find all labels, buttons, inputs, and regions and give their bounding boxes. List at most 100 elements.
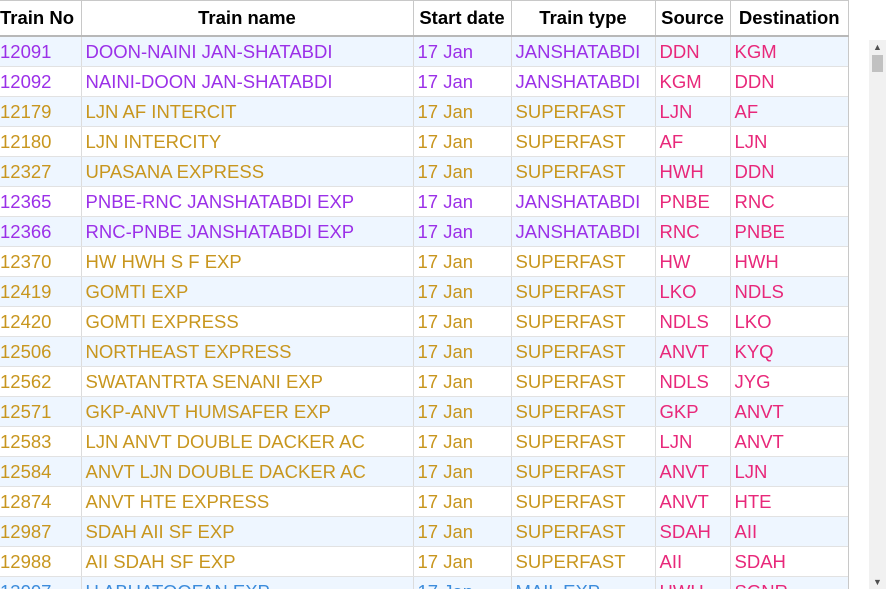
cell-train-type: SUPERFAST (511, 96, 656, 127)
table-row[interactable]: 12179 LJN AF INTERCIT 17 Jan SUPERFAST LJN AF (0, 96, 849, 127)
header-start-date[interactable]: Start date (413, 0, 512, 37)
cell-start-date: 17 Jan (413, 246, 512, 277)
table-row[interactable]: 12562 SWATANTRTA SENANI EXP 17 Jan SUPERFAS… (0, 366, 849, 397)
cell-destination: LJN (730, 456, 849, 487)
cell-train-name: NORTHEAST EXPRESS (81, 336, 414, 367)
cell-destination: HTE (730, 486, 849, 517)
cell-destination: KGM (730, 36, 849, 67)
cell-train-no: 12874 (0, 486, 82, 517)
cell-source: KGM (655, 66, 731, 97)
cell-source: HWH (655, 156, 731, 187)
train-table: Train No Train name Start date Train typ… (0, 0, 849, 589)
cell-train-type: SUPERFAST (511, 156, 656, 187)
cell-train-type: JANSHATABDI (511, 36, 656, 67)
cell-train-no: 12370 (0, 246, 82, 277)
cell-train-name: GOMTI EXPRESS (81, 306, 414, 337)
table-row[interactable]: 12988 AII SDAH SF EXP 17 Jan SUPERFAST AII SD… (0, 546, 849, 577)
table-row[interactable]: 12092 NAINI-DOON JAN-SHATABDI 17 Jan JANSHA… (0, 66, 849, 97)
cell-train-name: ANVT LJN DOUBLE DACKER AC (81, 456, 414, 487)
table-row[interactable]: 12874 ANVT HTE EXPRESS 17 Jan SUPERFAST ANVT… (0, 486, 849, 517)
header-destination[interactable]: Destination (730, 0, 849, 37)
table-row[interactable]: 12365 PNBE-RNC JANSHATABDI EXP 17 Jan JANSH… (0, 186, 849, 217)
cell-train-type: SUPERFAST (511, 336, 656, 367)
cell-start-date: 17 Jan (413, 156, 512, 187)
header-train-type[interactable]: Train type (511, 0, 656, 37)
cell-train-type: SUPERFAST (511, 396, 656, 427)
cell-source: HWH (655, 576, 731, 589)
cell-train-no: 12180 (0, 126, 82, 157)
cell-train-name: GKP-ANVT HUMSAFER EXP (81, 396, 414, 427)
cell-destination: HWH (730, 246, 849, 277)
cell-source: LJN (655, 426, 731, 457)
cell-source: ANVT (655, 336, 731, 367)
triangle-up-icon[interactable]: ▲ (869, 40, 886, 54)
cell-destination: JYG (730, 366, 849, 397)
table-row[interactable]: 12583 LJN ANVT DOUBLE DACKER AC 17 Jan SUPE… (0, 426, 849, 457)
table-row[interactable]: 12366 RNC-PNBE JANSHATABDI EXP 17 Jan JANSH… (0, 216, 849, 247)
cell-train-name: AII SDAH SF EXP (81, 546, 414, 577)
table-row[interactable]: 12584 ANVT LJN DOUBLE DACKER AC 17 Jan SUPE… (0, 456, 849, 487)
cell-destination: RNC (730, 186, 849, 217)
cell-source: PNBE (655, 186, 731, 217)
cell-train-name: ANVT HTE EXPRESS (81, 486, 414, 517)
cell-train-type: JANSHATABDI (511, 66, 656, 97)
table-row[interactable]: 12987 SDAH AII SF EXP 17 Jan SUPERFAST SDAH A… (0, 516, 849, 547)
cell-start-date: 17 Jan (413, 96, 512, 127)
cell-train-name: SDAH AII SF EXP (81, 516, 414, 547)
triangle-down-icon[interactable]: ▼ (869, 575, 886, 589)
cell-start-date: 17 Jan (413, 126, 512, 157)
cell-source: ANVT (655, 456, 731, 487)
scrollbar-thumb[interactable] (872, 55, 883, 72)
table-row[interactable]: 12419 GOMTI EXP 17 Jan SUPERFAST LKO NDLS (0, 276, 849, 307)
cell-destination: SDAH (730, 546, 849, 577)
cell-destination: ANVT (730, 426, 849, 457)
cell-train-no: 12366 (0, 216, 82, 247)
cell-train-no: 12365 (0, 186, 82, 217)
cell-source: DDN (655, 36, 731, 67)
cell-train-no: 12583 (0, 426, 82, 457)
cell-train-type: SUPERFAST (511, 546, 656, 577)
table-row[interactable]: 12571 GKP-ANVT HUMSAFER EXP 17 Jan SUPERFAS… (0, 396, 849, 427)
cell-train-no: 12420 (0, 306, 82, 337)
table-row[interactable]: 12420 GOMTI EXPRESS 17 Jan SUPERFAST NDLS LKO (0, 306, 849, 337)
cell-destination: DDN (730, 66, 849, 97)
cell-destination: AF (730, 96, 849, 127)
cell-train-type: SUPERFAST (511, 306, 656, 337)
table-row[interactable]: 13007U ABHATOOFAN EXP17 JanMAIL EXPHWHSG… (0, 576, 849, 589)
header-source[interactable]: Source (655, 0, 731, 37)
cell-train-type: JANSHATABDI (511, 186, 656, 217)
cell-start-date: 17 Jan (413, 216, 512, 247)
cell-start-date: 17 Jan (413, 516, 512, 547)
cell-train-type: SUPERFAST (511, 516, 656, 547)
cell-train-no: 12419 (0, 276, 82, 307)
cell-source: GKP (655, 396, 731, 427)
cell-train-no: 12562 (0, 366, 82, 397)
table-row[interactable]: 12506 NORTHEAST EXPRESS 17 Jan SUPERFAST ANV… (0, 336, 849, 367)
table-row[interactable]: 12327 UPASANA EXPRESS 17 Jan SUPERFAST HWH DD… (0, 156, 849, 187)
table-row[interactable]: 12370 HW HWH S F EXP 17 Jan SUPERFAST HW HWH (0, 246, 849, 277)
cell-train-name: HW HWH S F EXP (81, 246, 414, 277)
cell-train-no: 12987 (0, 516, 82, 547)
header-train-no[interactable]: Train No (0, 0, 82, 37)
table-header-row: Train No Train name Start date Train typ… (0, 0, 849, 37)
cell-start-date: 17 Jan (413, 576, 512, 589)
cell-train-name: NAINI-DOON JAN-SHATABDI (81, 66, 414, 97)
cell-start-date: 17 Jan (413, 456, 512, 487)
cell-source: SDAH (655, 516, 731, 547)
table-row[interactable]: 12180 LJN INTERCITY 17 Jan SUPERFAST AF LJN (0, 126, 849, 157)
header-train-name[interactable]: Train name (81, 0, 414, 37)
cell-train-type: SUPERFAST (511, 366, 656, 397)
cell-train-no: 12091 (0, 36, 82, 67)
cell-start-date: 17 Jan (413, 186, 512, 217)
cell-source: NDLS (655, 366, 731, 397)
table-row[interactable]: 12091 DOON-NAINI JAN-SHATABDI 17 Jan JANSHA… (0, 36, 849, 67)
cell-start-date: 17 Jan (413, 276, 512, 307)
cell-train-no: 12092 (0, 66, 82, 97)
cell-destination: ANVT (730, 396, 849, 427)
cell-train-type: SUPERFAST (511, 456, 656, 487)
cell-train-name: LJN ANVT DOUBLE DACKER AC (81, 426, 414, 457)
cell-source: NDLS (655, 306, 731, 337)
vertical-scrollbar[interactable]: ▲ ▼ (869, 40, 886, 589)
cell-source: AF (655, 126, 731, 157)
cell-start-date: 17 Jan (413, 306, 512, 337)
